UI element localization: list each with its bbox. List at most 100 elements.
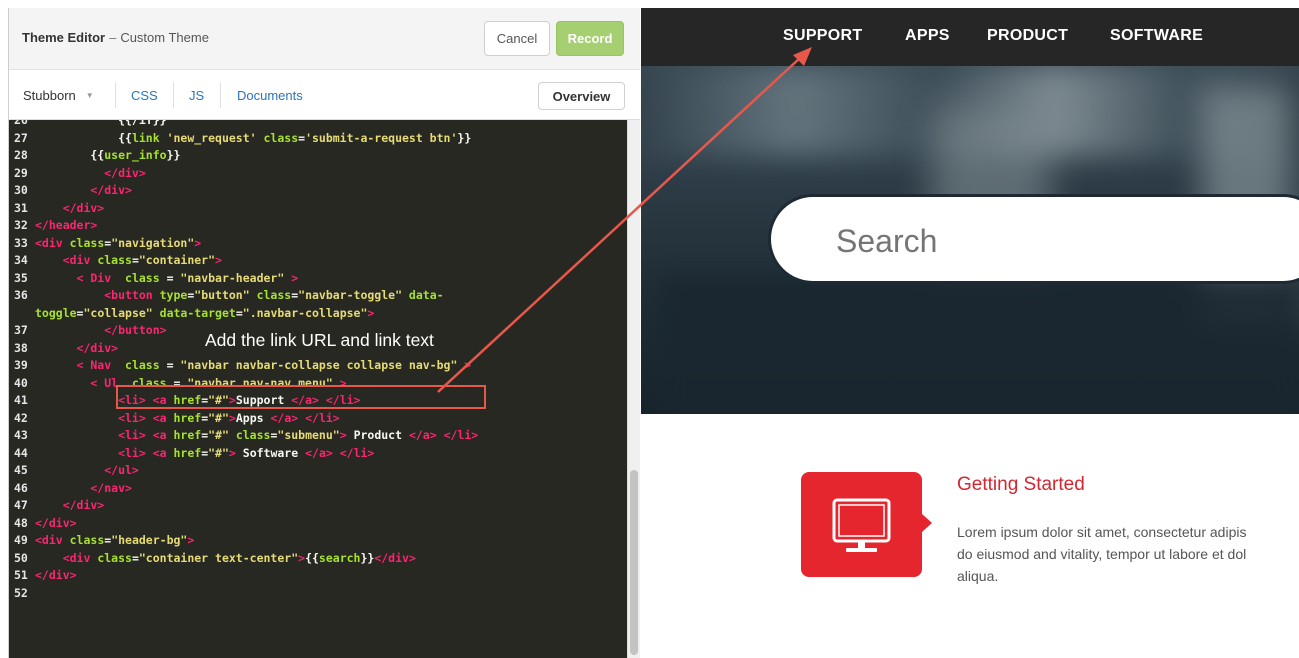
code-token: class xyxy=(90,253,132,267)
code-line: 30 </div> xyxy=(9,182,132,200)
code-token: </header> xyxy=(35,218,98,232)
code-token: "navigation" xyxy=(111,235,195,250)
code-token: 'submit-a-request btn' xyxy=(305,130,458,145)
code-token: <div xyxy=(35,235,63,250)
code-line: 33 <div class="navigation"> xyxy=(9,235,201,253)
theme-name: Custom Theme xyxy=(120,30,209,45)
code-token: class xyxy=(256,130,299,145)
code-token: toggle xyxy=(35,305,77,320)
code-token: </li> xyxy=(436,428,479,442)
code-token: "#" xyxy=(208,410,229,425)
code-token: > xyxy=(194,235,202,250)
code-line: 50 <div class="container text-center">{{… xyxy=(9,550,416,568)
code-line: 46 </nav> xyxy=(9,480,132,498)
tab-css[interactable]: CSS xyxy=(131,70,158,120)
code-line: 31 </div> xyxy=(9,200,104,218)
code-token: }} xyxy=(166,148,181,162)
code-line: 47 </div> xyxy=(9,497,104,515)
search-box[interactable] xyxy=(768,194,1299,284)
code-line: 45 </ul> xyxy=(9,462,139,480)
code-token: "#" xyxy=(208,445,229,460)
code-token: </a> xyxy=(408,428,437,442)
line-number: 50 xyxy=(14,550,28,565)
hero-blur-bottom xyxy=(661,276,1299,414)
code-token: {{ xyxy=(305,550,319,565)
code-line: 36 <button type="button" class="navbar-t… xyxy=(9,287,444,305)
code-token: "navbar-toggle" xyxy=(298,288,402,302)
code-token: </li> xyxy=(332,445,375,460)
line-number: 47 xyxy=(14,498,28,512)
code-token: "container text-center" xyxy=(138,550,299,565)
line-number: 40 xyxy=(14,375,28,390)
nav-link-software[interactable]: SOFTWARE xyxy=(1110,27,1203,45)
code-token: > xyxy=(228,445,236,460)
code-token: <a xyxy=(145,445,167,460)
code-line: 37 </button> xyxy=(9,322,167,340)
code-token: }} xyxy=(457,130,472,145)
feature-title[interactable]: Getting Started xyxy=(957,474,1085,496)
code-token: class xyxy=(62,533,105,547)
code-line: 28 {{user_info}} xyxy=(9,147,180,165)
code-token: <div xyxy=(35,533,63,547)
nav-link-apps[interactable]: APPS xyxy=(905,27,950,45)
code-line: 51 </div> xyxy=(9,567,77,585)
annotation-label: Add the link URL and link text xyxy=(205,330,434,350)
code-line: 43 <li> <a href="#" class="submenu"> Pro… xyxy=(9,427,478,445)
code-token: </div> xyxy=(35,165,146,180)
code-token: </div> xyxy=(35,568,77,582)
code-token: "navbar-header" xyxy=(180,270,285,285)
code-token: }} xyxy=(360,550,375,565)
theme-select-value: Stubborn xyxy=(23,87,76,103)
code-token: </li> xyxy=(298,410,340,425)
tab-js[interactable]: JS xyxy=(189,70,204,120)
code-token: </ul> xyxy=(35,463,139,477)
code-token: <div xyxy=(35,550,91,565)
code-token: "collapse" xyxy=(83,305,153,320)
code-token: <a xyxy=(145,428,167,442)
code-token: </div> xyxy=(35,200,105,215)
code-token: > xyxy=(215,253,222,267)
code-token: > xyxy=(284,270,299,285)
code-line: 29 </div> xyxy=(9,165,146,183)
theme-select[interactable]: Stubborn ▼ xyxy=(23,70,94,120)
line-number: 36 xyxy=(14,288,28,302)
code-token: "container" xyxy=(138,253,216,267)
code-token: </div> xyxy=(35,498,105,512)
line-number: 49 xyxy=(14,533,28,547)
chevron-down-icon: ▼ xyxy=(85,90,94,100)
code-token: < Nav xyxy=(35,358,119,372)
editor-scrollbar[interactable] xyxy=(627,120,640,658)
editor-toolbar: Stubborn ▼ CSS JS Documents Overview xyxy=(9,70,640,120)
monitor-icon xyxy=(832,498,891,552)
code-token: Software xyxy=(235,445,306,460)
nav-link-product[interactable]: PRODUCT xyxy=(987,27,1068,45)
code-token: "header-bg" xyxy=(111,533,188,547)
code-line: 35 < Div class = "navbar-header" > xyxy=(9,270,298,288)
line-number: 32 xyxy=(14,218,28,232)
feature-description: Lorem ipsum dolor sit amet, consectetur … xyxy=(957,524,1247,584)
overview-button[interactable]: Overview xyxy=(538,82,625,110)
code-token: = xyxy=(131,253,139,267)
code-token: type xyxy=(152,288,188,302)
tab-documents[interactable]: Documents xyxy=(237,70,303,120)
code-token: </div> xyxy=(35,340,119,355)
code-token: class xyxy=(118,358,160,372)
search-input[interactable] xyxy=(836,223,1236,260)
line-number: 52 xyxy=(14,585,28,600)
code-line: 32 </header> xyxy=(9,217,97,235)
code-token: </button> xyxy=(35,323,167,337)
line-number: 30 xyxy=(14,183,28,197)
feature-icon-tile[interactable] xyxy=(801,472,922,577)
code-token: Apps xyxy=(235,410,271,425)
code-token: </nav> xyxy=(35,480,132,495)
line-number: 43 xyxy=(14,428,28,442)
nav-link-support[interactable]: SUPPORT xyxy=(783,27,862,45)
code-token: </a> xyxy=(270,410,299,425)
line-number: 37 xyxy=(14,323,28,337)
toolbar-divider xyxy=(115,82,116,108)
scrollbar-thumb[interactable] xyxy=(630,470,638,655)
record-button[interactable]: Record xyxy=(556,21,624,56)
cancel-button[interactable]: Cancel xyxy=(484,21,550,56)
code-token: class xyxy=(228,428,271,442)
code-token: </div> xyxy=(374,550,416,565)
